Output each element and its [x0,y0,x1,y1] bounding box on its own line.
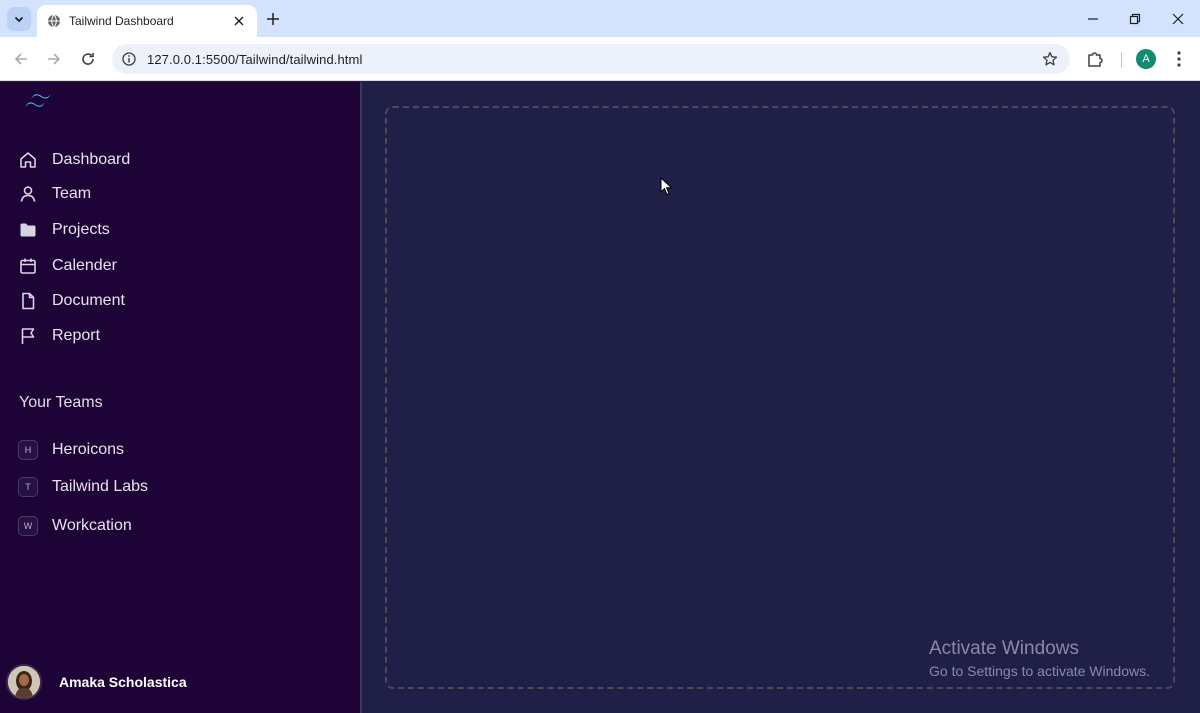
puzzle-icon [1088,52,1103,67]
nav-item-team[interactable]: Team [18,181,91,207]
team-label: Tailwind Labs [52,478,149,495]
activation-watermark-subtitle: Go to Settings to activate Windows. [929,663,1150,679]
nav-label: Dashboard [52,151,131,168]
forward-button[interactable] [42,47,66,71]
flag-icon [21,328,35,344]
arrow-right-icon [48,53,61,65]
nav-label: Calender [52,257,117,274]
nav-item-calender[interactable]: Calender [18,253,117,279]
nav-label: Projects [52,221,110,238]
reload-icon [82,53,94,65]
restore-icon [1129,13,1141,25]
browser-tab[interactable]: Tailwind Dashboard [37,5,257,37]
reload-button[interactable] [76,47,100,71]
teams-section-title: Your Teams [19,394,103,411]
plus-icon [267,13,279,25]
profile-button[interactable]: A [1134,47,1158,71]
browser-toolbar: 127.0.0.1:5500/Tailwind/tailwind.html A [0,37,1200,81]
folder-icon [20,223,36,237]
tab-search-button[interactable] [7,7,31,31]
back-button[interactable] [9,47,33,71]
browser-tab-bar: Tailwind Dashboard [0,0,1200,37]
main-content: Activate Windows Go to Settings to activ… [362,82,1200,713]
nav-label: Report [52,327,101,344]
team-label: Workcation [52,517,132,534]
team-item-heroicons[interactable]: H Heroicons [18,438,124,462]
calendar-icon [20,258,36,274]
info-icon[interactable] [122,52,136,66]
globe-icon [48,14,60,28]
document-icon [22,292,35,310]
avatar [6,664,42,700]
sidebar: Dashboard Team Projects Calender Documen… [0,82,360,713]
profile-avatar: A [1136,49,1156,69]
content-placeholder[interactable] [385,106,1175,689]
user-name: Amaka Scholastica [59,674,187,690]
url-text: 127.0.0.1:5500/Tailwind/tailwind.html [147,51,363,67]
nav-item-projects[interactable]: Projects [18,217,110,243]
nav-item-document[interactable]: Document [18,288,125,314]
tailwind-logo-icon[interactable] [22,92,54,112]
team-item-tailwind-labs[interactable]: T Tailwind Labs [18,475,148,499]
more-vertical-icon [1177,51,1181,67]
extensions-button[interactable] [1083,47,1107,71]
bookmark-star-icon[interactable] [1042,51,1058,67]
nav-label: Team [52,185,92,202]
mouse-cursor-icon [660,177,673,196]
address-bar[interactable]: 127.0.0.1:5500/Tailwind/tailwind.html [112,44,1070,74]
nav-item-report[interactable]: Report [18,323,100,349]
team-item-workcation[interactable]: W Workcation [18,514,132,538]
activation-watermark-title: Activate Windows [929,638,1079,659]
browser-menu-button[interactable] [1167,47,1191,71]
team-label: Heroicons [52,441,125,458]
chevron-down-icon [14,16,24,23]
close-window-button[interactable] [1165,6,1191,32]
user-icon [20,186,36,202]
nav-item-dashboard[interactable]: Dashboard [18,147,130,173]
new-tab-button[interactable] [262,8,284,30]
arrow-left-icon [14,53,27,65]
user-profile[interactable]: Amaka Scholastica [6,664,187,700]
minimize-icon [1088,18,1098,20]
close-icon [1172,13,1184,25]
close-tab-icon[interactable] [231,13,247,29]
tab-title: Tailwind Dashboard [69,14,174,28]
home-icon [20,152,36,168]
minimize-button[interactable] [1080,6,1106,32]
nav-label: Document [52,292,125,309]
team-initial-badge: H [18,440,38,460]
toolbar-divider [1121,52,1122,68]
team-initial-badge: W [18,516,38,536]
team-initial-badge: T [18,477,38,497]
restore-button[interactable] [1122,6,1148,32]
